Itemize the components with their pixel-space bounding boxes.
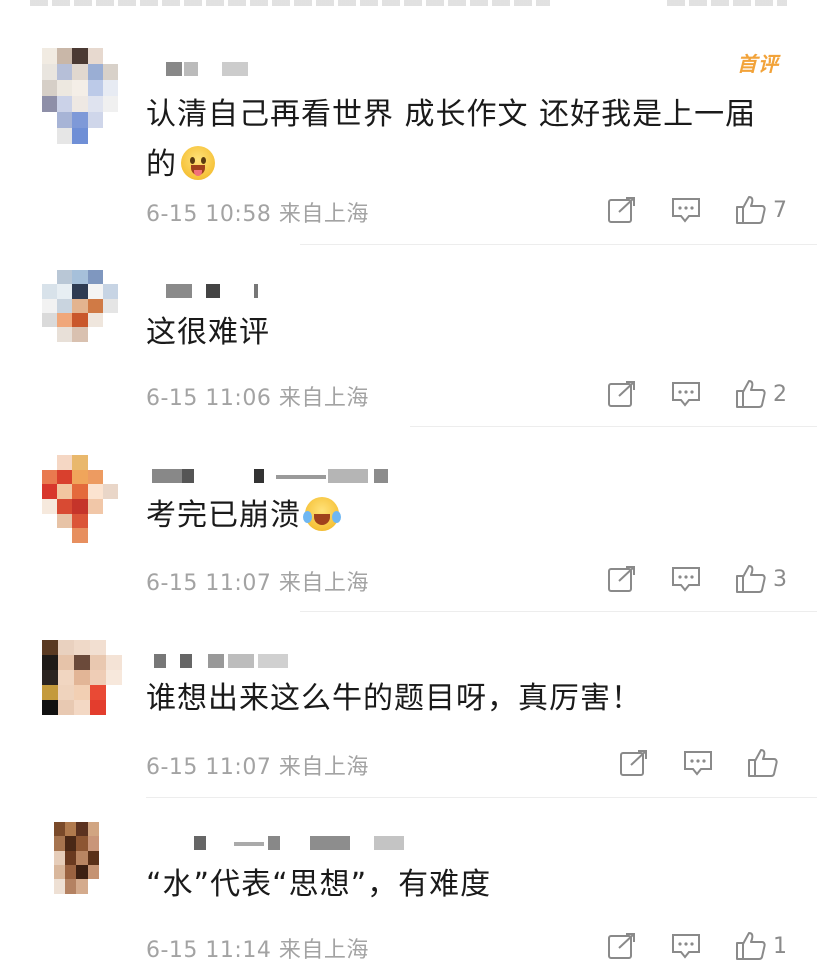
truncated-text <box>30 0 550 6</box>
tongue-out-emoji-icon <box>181 145 215 180</box>
avatar[interactable] <box>42 640 122 730</box>
share-icon <box>620 750 647 776</box>
comment-date: 6-15 11:07 <box>146 571 272 596</box>
comment-actions <box>585 746 787 780</box>
comment-meta: 6-15 10:58 来自上海 <box>146 196 369 228</box>
thumbs-up-icon <box>736 196 766 224</box>
comment-location: 来自上海 <box>278 202 369 227</box>
like-button[interactable] <box>747 748 785 778</box>
comment-text: 考完已崩溃 <box>146 491 786 541</box>
comment-date: 6-15 11:14 <box>146 938 272 963</box>
like-count: 3 <box>773 566 787 592</box>
username-blurred[interactable] <box>148 56 408 80</box>
share-button[interactable] <box>619 749 649 777</box>
comment-actions: 2 <box>573 377 787 411</box>
share-icon <box>608 381 635 407</box>
divider <box>410 426 817 427</box>
avatar[interactable] <box>42 48 118 144</box>
share-icon <box>608 933 635 959</box>
thumbs-up-icon <box>736 932 766 960</box>
comment-icon <box>672 382 700 407</box>
comment-location: 来自上海 <box>278 938 369 963</box>
like-count: 7 <box>773 197 787 223</box>
comment-text-line: 考完已崩溃 <box>146 498 301 533</box>
like-count: 2 <box>773 381 787 407</box>
comment-location: 来自上海 <box>278 755 369 780</box>
comment-text-line: “水”代表“思想”，有难度 <box>146 867 492 902</box>
thumbs-up-icon <box>748 749 778 777</box>
thumbs-up-icon <box>736 380 766 408</box>
like-count: 1 <box>773 933 787 959</box>
like-button[interactable]: 3 <box>735 564 787 594</box>
username-blurred[interactable] <box>148 830 408 854</box>
thumbs-up-icon <box>736 565 766 593</box>
username-blurred[interactable] <box>148 648 408 672</box>
comment-meta: 6-15 11:14 来自上海 <box>146 932 369 964</box>
reply-button[interactable] <box>671 565 701 593</box>
comment-actions: 7 <box>573 193 787 227</box>
divider <box>300 611 817 612</box>
avatar[interactable] <box>54 822 110 908</box>
share-icon <box>608 197 635 223</box>
divider <box>146 797 817 798</box>
comment-icon <box>672 198 700 223</box>
divider <box>300 244 817 245</box>
avatar[interactable] <box>42 270 118 356</box>
share-button[interactable] <box>607 932 637 960</box>
avatar[interactable] <box>42 455 118 543</box>
comment-text: 认清自己再看世界 成长作文 还好我是上一届 的 <box>146 90 786 190</box>
comment-location: 来自上海 <box>278 571 369 596</box>
comment-text: 谁想出来这么牛的题目呀，真厉害！ <box>146 674 786 724</box>
comment-icon <box>684 751 712 776</box>
comment-icon <box>672 934 700 959</box>
comment-date: 6-15 11:07 <box>146 755 272 780</box>
comment-meta: 6-15 11:07 来自上海 <box>146 565 369 597</box>
comment-text: “水”代表“思想”，有难度 <box>146 860 786 910</box>
share-icon <box>608 566 635 592</box>
comment-text-line: 的 <box>146 147 177 182</box>
username-blurred[interactable] <box>148 278 408 302</box>
laugh-cry-emoji-icon <box>303 496 341 531</box>
share-button[interactable] <box>607 565 637 593</box>
like-button[interactable]: 1 <box>735 931 787 961</box>
comment-actions: 1 <box>573 929 787 963</box>
comment-date: 6-15 10:58 <box>146 202 272 227</box>
comment-text-line: 谁想出来这么牛的题目呀，真厉害！ <box>146 681 642 716</box>
comment-meta: 6-15 11:06 来自上海 <box>146 380 369 412</box>
like-button[interactable]: 2 <box>735 379 787 409</box>
truncated-text <box>667 0 787 6</box>
like-button[interactable]: 7 <box>735 195 787 225</box>
scrolled-off-header <box>0 0 817 10</box>
comment-meta: 6-15 11:07 来自上海 <box>146 749 369 781</box>
reply-button[interactable] <box>671 932 701 960</box>
reply-button[interactable] <box>671 380 701 408</box>
username-blurred[interactable] <box>148 463 408 487</box>
reply-button[interactable] <box>671 196 701 224</box>
comment-text: 这很难评 <box>146 308 786 358</box>
first-comment-badge: 首评 <box>737 52 779 76</box>
reply-button[interactable] <box>683 749 713 777</box>
comment-text-line: 这很难评 <box>146 315 270 350</box>
share-button[interactable] <box>607 196 637 224</box>
comment-icon <box>672 567 700 592</box>
comment-location: 来自上海 <box>278 386 369 411</box>
comment-text-line: 认清自己再看世界 成长作文 还好我是上一届 <box>146 97 757 132</box>
comment-date: 6-15 11:06 <box>146 386 272 411</box>
comment-actions: 3 <box>573 562 787 596</box>
share-button[interactable] <box>607 380 637 408</box>
